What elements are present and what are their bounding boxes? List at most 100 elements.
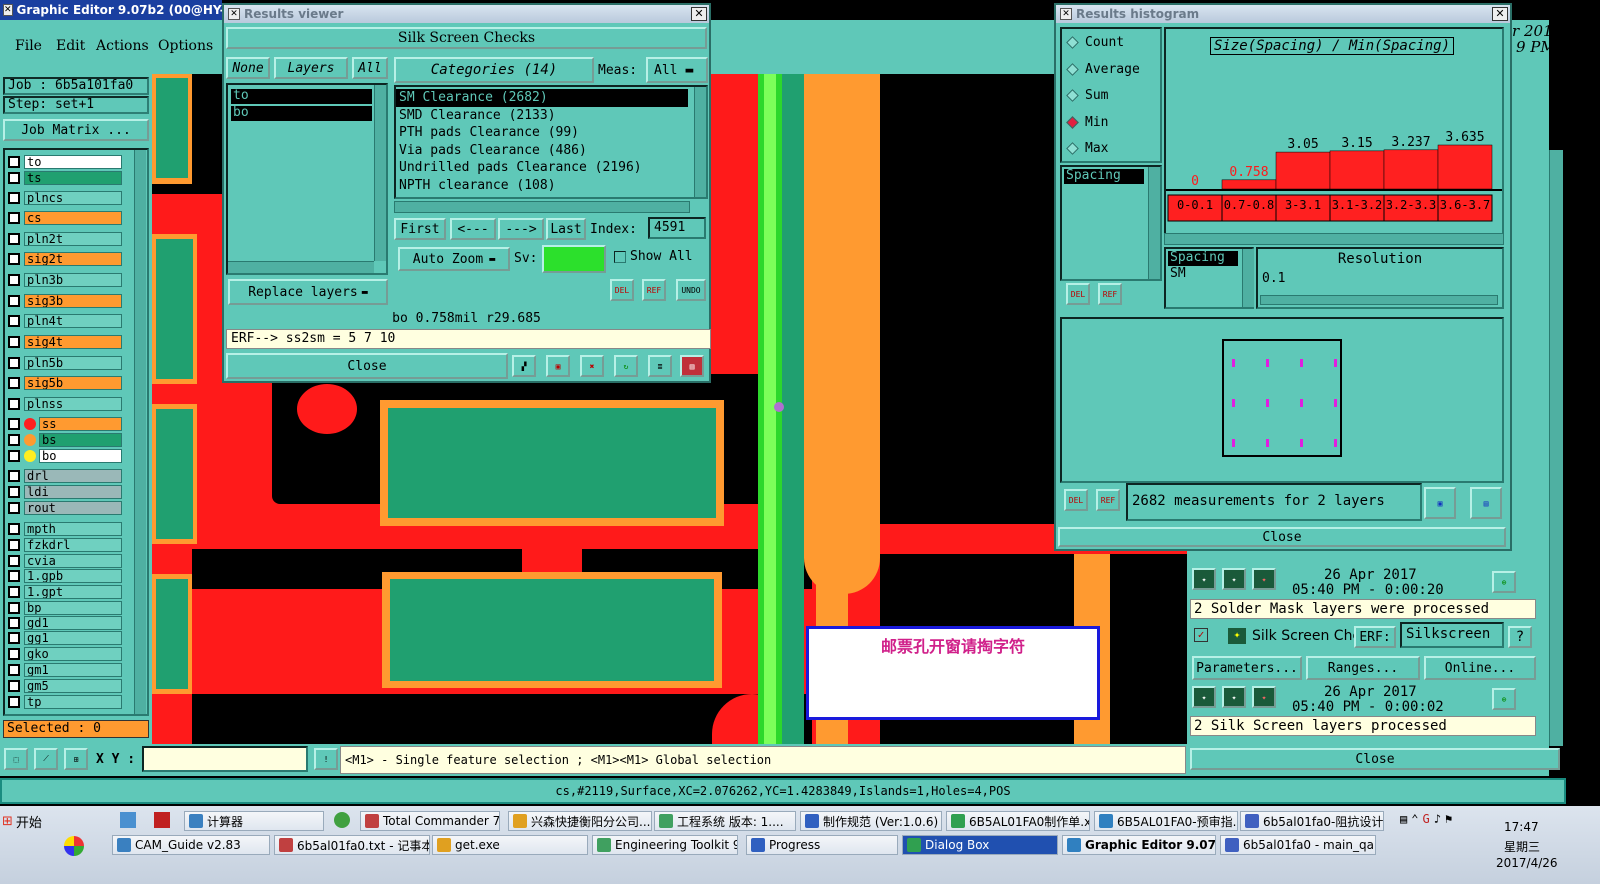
silk-check-checkbox[interactable]: ✓ bbox=[1194, 628, 1208, 642]
option-max[interactable]: Max bbox=[1066, 141, 1108, 156]
flag-icon[interactable]: ⚑ bbox=[1445, 812, 1452, 826]
taskbar-item[interactable]: Engineering Toolkit 9.07... bbox=[592, 835, 738, 855]
layer-name[interactable]: tp bbox=[24, 694, 122, 709]
layer-color-dot[interactable] bbox=[24, 417, 36, 430]
grid-tool-icon[interactable]: ⊞ bbox=[64, 748, 88, 770]
taskbar-item[interactable]: 6b5al01fa0 - main_qa bbox=[1220, 835, 1376, 855]
layer-name[interactable]: bs bbox=[39, 432, 122, 447]
layer-checkbox[interactable] bbox=[8, 211, 20, 224]
run-icon[interactable]: ✦ bbox=[1252, 686, 1276, 708]
histogram-bar[interactable] bbox=[1275, 151, 1331, 190]
clock-time[interactable]: 17:47 bbox=[1504, 820, 1539, 834]
quicklaunch-icon[interactable] bbox=[64, 836, 84, 856]
taskbar-item[interactable]: 工程系统 版本: 1.... bbox=[654, 811, 796, 831]
layer-name[interactable]: gg1 bbox=[24, 630, 122, 645]
layer-row-gg1[interactable]: gg1 bbox=[8, 630, 122, 645]
layer-name[interactable]: sig5b bbox=[24, 375, 122, 390]
categories-button[interactable]: Categories (14) bbox=[394, 57, 594, 83]
layer-name[interactable]: gm5 bbox=[24, 678, 122, 693]
layer-checkbox[interactable] bbox=[8, 155, 20, 168]
start-button[interactable]: ⊞ 开始 bbox=[2, 810, 62, 832]
category-item[interactable]: Via pads Clearance (486) bbox=[396, 142, 688, 160]
auto-zoom-select[interactable]: Auto Zoom ▬ bbox=[398, 247, 510, 271]
refresh-icon[interactable]: ↻ bbox=[614, 355, 638, 377]
layer-name[interactable]: ss bbox=[39, 416, 122, 431]
del-icon[interactable]: DEL bbox=[1064, 489, 1088, 511]
taskbar-item[interactable]: Graphic Editor 9.07b2 ... bbox=[1062, 835, 1216, 855]
layer-checkbox[interactable] bbox=[8, 294, 20, 307]
layer-name[interactable]: plncs bbox=[24, 190, 122, 205]
layer-checkbox[interactable] bbox=[8, 356, 20, 369]
layer-name[interactable]: 1.gpt bbox=[24, 584, 122, 599]
taskbar-item[interactable]: 计算器 bbox=[184, 811, 324, 831]
layer-row-sig3b[interactable]: sig3b bbox=[8, 293, 122, 308]
layer-name[interactable]: pln3b bbox=[24, 272, 122, 287]
help-icon[interactable]: ? bbox=[1508, 626, 1532, 648]
layer-row-ldi[interactable]: ldi bbox=[8, 484, 122, 499]
silk-check-label[interactable]: Silk Screen Che bbox=[1252, 628, 1361, 644]
layer-name[interactable]: pln2t bbox=[24, 231, 122, 246]
layer-checkbox[interactable] bbox=[8, 631, 20, 644]
layer-name[interactable]: sig2t bbox=[24, 251, 122, 266]
layer-name[interactable]: gko bbox=[24, 646, 122, 661]
layer-checkbox[interactable] bbox=[8, 616, 20, 629]
layer-row-cs[interactable]: cs bbox=[8, 210, 122, 225]
layer-checkbox[interactable] bbox=[8, 314, 20, 327]
run-icon[interactable]: ✦ bbox=[1222, 686, 1246, 708]
quicklaunch-icon[interactable] bbox=[120, 812, 136, 828]
layer-checkbox[interactable] bbox=[8, 569, 20, 582]
resolution-scrollbar[interactable] bbox=[1242, 249, 1254, 307]
layer-color-dot[interactable] bbox=[24, 433, 36, 446]
menu-actions[interactable]: Actions bbox=[96, 38, 149, 54]
layer-row-gm1[interactable]: gm1 bbox=[8, 662, 122, 677]
layer-name[interactable]: rout bbox=[24, 500, 122, 515]
layer-name[interactable]: bo bbox=[39, 448, 122, 463]
layer-row-cvia[interactable]: cvia bbox=[8, 553, 122, 568]
layer-name[interactable]: pln4t bbox=[24, 313, 122, 328]
taskbar-item[interactable]: 6b5al01fa0-阻抗设计... bbox=[1240, 811, 1384, 831]
layer-checkbox[interactable] bbox=[8, 501, 20, 514]
layer-checkbox[interactable] bbox=[8, 538, 20, 551]
taskbar-item[interactable]: get.exe bbox=[432, 835, 588, 855]
close-icon[interactable]: ✕ bbox=[691, 7, 707, 21]
layer-row-bo[interactable]: bo bbox=[8, 448, 122, 463]
layer-name[interactable]: sig3b bbox=[24, 293, 122, 308]
layer-name[interactable]: gm1 bbox=[24, 662, 122, 677]
run-icon[interactable]: ✦ bbox=[1192, 568, 1216, 590]
results-viewer-window[interactable]: ✕ Results viewer ✕ Silk Screen Checks None… bbox=[222, 3, 711, 383]
taskbar-item[interactable]: Progress bbox=[746, 835, 898, 855]
layer-checkbox[interactable] bbox=[8, 232, 20, 245]
menu-edit[interactable]: Edit bbox=[56, 38, 85, 54]
histogram-bar[interactable] bbox=[1383, 149, 1439, 190]
taskbar-item[interactable]: CAM_Guide v2.83 bbox=[112, 835, 270, 855]
layer-name[interactable]: mpth bbox=[24, 521, 122, 536]
run-icon[interactable]: ✦ bbox=[1222, 568, 1246, 590]
res-item-spacing[interactable]: Spacing bbox=[1168, 251, 1238, 266]
category-item[interactable]: Undrilled pads Clearance (2196) bbox=[396, 159, 688, 177]
layer-checkbox[interactable] bbox=[8, 585, 20, 598]
layer-row-pln2t[interactable]: pln2t bbox=[8, 231, 122, 246]
measure-item-spacing[interactable]: Spacing bbox=[1064, 169, 1144, 184]
job-matrix-button[interactable]: Job Matrix ... bbox=[3, 119, 149, 141]
layer-row-gd1[interactable]: gd1 bbox=[8, 615, 122, 630]
checklist-close-button[interactable]: Close bbox=[1190, 748, 1560, 770]
arrow-up-icon[interactable]: ⌃ bbox=[1411, 812, 1418, 826]
layer-name[interactable]: bp bbox=[24, 600, 122, 615]
preview-thumbnail[interactable] bbox=[1222, 339, 1342, 457]
taskbar-item[interactable]: 制作规范 (Ver:1.0.6) bbox=[800, 811, 942, 831]
xy-input[interactable] bbox=[142, 746, 308, 772]
run-icon[interactable]: ✦ bbox=[1252, 568, 1276, 590]
layer-row-pln5b[interactable]: pln5b bbox=[8, 355, 122, 370]
menu-options[interactable]: Options bbox=[158, 38, 213, 54]
taskbar-item[interactable]: 6B5AL01FA0制作单.x... bbox=[946, 811, 1090, 831]
layer-checkbox[interactable] bbox=[8, 522, 20, 535]
layer-row-gko[interactable]: gko bbox=[8, 646, 122, 661]
layer-item-bo[interactable]: bo bbox=[231, 106, 372, 121]
layer-row-pln4t[interactable]: pln4t bbox=[8, 313, 122, 328]
layer-name[interactable]: plnss bbox=[24, 396, 122, 411]
taskbar-item[interactable]: Dialog Box bbox=[902, 835, 1058, 855]
layer-row-drl[interactable]: drl bbox=[8, 468, 122, 483]
sv-color-select[interactable] bbox=[542, 245, 606, 273]
replace-layers-select[interactable]: Replace layers ▬ bbox=[228, 279, 388, 305]
category-item[interactable]: PTH pads Clearance (99) bbox=[396, 124, 688, 142]
